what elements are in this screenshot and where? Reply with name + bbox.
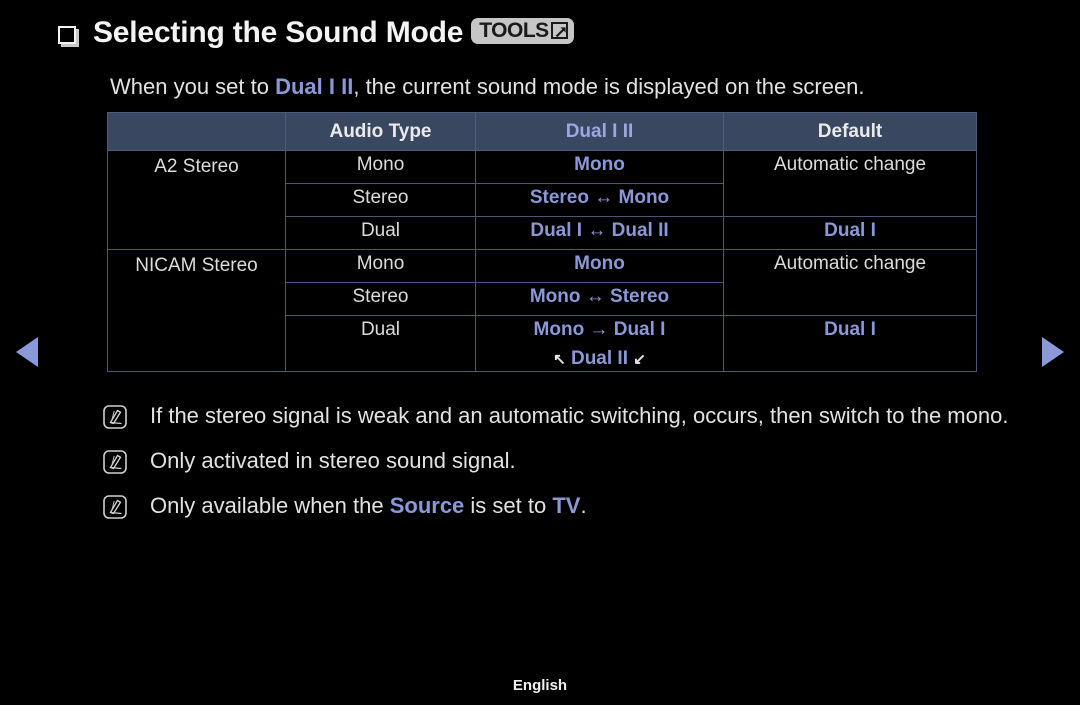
note-item: Only activated in stereo sound signal. xyxy=(102,445,1032,476)
col-header-audio-type: Audio Type xyxy=(285,112,476,151)
subtitle: When you set to Dual I II, the current s… xyxy=(110,74,865,100)
note-text: If the stereo signal is weak and an auto… xyxy=(150,403,1009,428)
cell-default-mode: Automatic change xyxy=(723,150,977,217)
page-title: Selecting the Sound Mode TOOLS xyxy=(93,16,574,50)
page-header: Selecting the Sound Mode TOOLS xyxy=(58,16,574,50)
note-item: Only available when the Source is set to… xyxy=(102,490,1032,521)
table-row: NICAM Stereo Mono Mono Automatic change xyxy=(107,249,977,372)
subtitle-before: When you set to xyxy=(110,74,276,99)
cell-dual-mode: Stereo ↔ Mono xyxy=(475,183,724,217)
cell-dual-mode: Mono ↔ Stereo xyxy=(475,282,724,316)
note-accent-term: TV xyxy=(552,493,581,518)
cell-audio-type: Stereo xyxy=(285,282,476,316)
tools-badge-label: TOOLS xyxy=(479,19,549,42)
notes-list: If the stereo signal is weak and an auto… xyxy=(102,400,1032,535)
col-header-dual: Dual I II xyxy=(475,112,724,151)
arrow-up-left-icon: ↖ xyxy=(553,351,566,368)
subtitle-accent: Dual I II xyxy=(275,74,354,99)
arrow-down-left-icon: ↙ xyxy=(633,351,646,368)
cell-signal-type: NICAM Stereo xyxy=(107,249,286,372)
cell-audio-type: Dual xyxy=(285,315,476,372)
cell-default-mode: Automatic change xyxy=(723,249,977,316)
next-page-arrow[interactable] xyxy=(1042,337,1064,367)
sound-mode-table: Audio Type Dual I II Default A2 Stereo Mo… xyxy=(107,112,977,372)
cell-default-mode: Dual I xyxy=(723,315,977,372)
col-header-signal xyxy=(107,112,286,151)
cell-dual-mode: Mono → Dual I ↖ Dual II ↙ xyxy=(475,315,724,372)
footer-language: English xyxy=(512,677,568,694)
cell-dual-mode: Mono xyxy=(475,150,724,184)
note-text: Only activated in stereo sound signal. xyxy=(150,448,516,473)
cell-audio-type: Dual xyxy=(285,216,476,250)
note-item: If the stereo signal is weak and an auto… xyxy=(102,400,1032,431)
note-pen-icon xyxy=(102,404,128,430)
note-text-part: Only available when the xyxy=(150,493,390,518)
note-pen-icon xyxy=(102,449,128,475)
cell-audio-type: Mono xyxy=(285,249,476,283)
cell-dual-line1: Mono → Dual I xyxy=(533,319,666,340)
col-header-default: Default xyxy=(723,112,977,151)
tools-badge[interactable]: TOOLS xyxy=(471,18,574,44)
table-row: A2 Stereo Mono Mono Automatic change xyxy=(107,150,977,250)
note-text-part: . xyxy=(580,493,587,518)
external-link-arrow-icon xyxy=(550,22,568,39)
note-text: Only available when the Source is set to… xyxy=(150,490,587,521)
table-body: A2 Stereo Mono Mono Automatic change Stereo S… xyxy=(107,150,977,372)
manual-page: Selecting the Sound Mode TOOLS When you s… xyxy=(0,0,1080,705)
cell-default-mode: Dual I xyxy=(723,216,977,250)
page-title-text: Selecting the Sound Mode xyxy=(93,16,464,49)
note-accent-term: Source xyxy=(389,493,465,518)
cell-dual-mode: Dual I ↔ Dual II xyxy=(475,216,724,250)
cell-dual-line2: ↖ Dual II ↙ xyxy=(476,348,723,370)
cell-dual-line2-text: Dual II xyxy=(570,348,628,369)
cell-dual-mode: Mono xyxy=(475,249,724,283)
previous-page-arrow[interactable] xyxy=(16,337,38,367)
cell-audio-type: Mono xyxy=(285,150,476,184)
subtitle-after: , the current sound mode is displayed on… xyxy=(353,74,865,99)
table-head: Audio Type Dual I II Default xyxy=(107,112,977,151)
note-pen-icon xyxy=(102,494,128,520)
note-text-part: is set to xyxy=(464,493,553,518)
stacked-square-bullet-icon xyxy=(58,25,79,47)
cell-audio-type: Stereo xyxy=(285,183,476,217)
cell-signal-type: A2 Stereo xyxy=(107,150,286,250)
table-header-row: Audio Type Dual I II Default xyxy=(107,112,977,151)
